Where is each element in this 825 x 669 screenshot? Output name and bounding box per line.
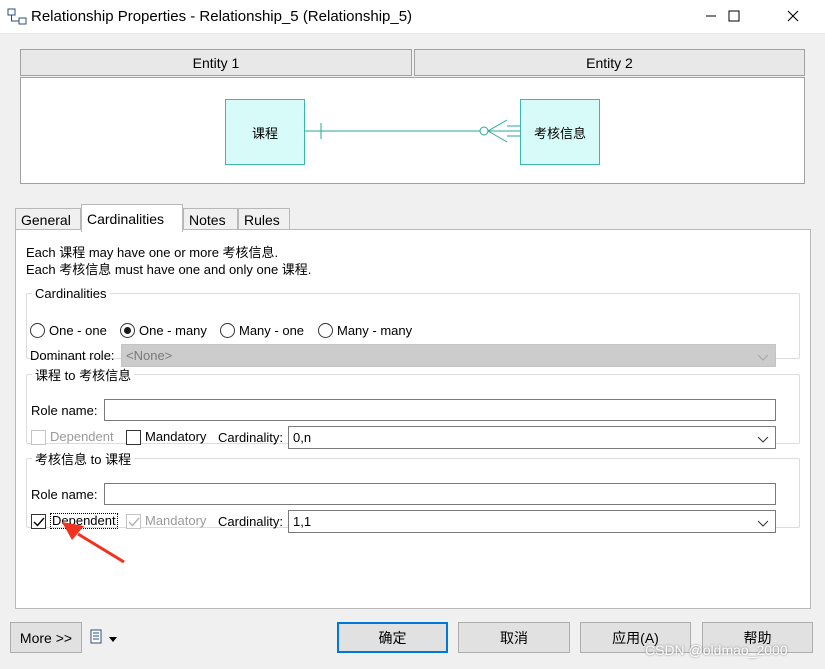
radio-one-one[interactable]: One - one: [30, 323, 107, 338]
maximize-icon: [728, 10, 740, 25]
dominant-role-label: Dominant role:: [30, 348, 115, 363]
cardinalities-legend: Cardinalities: [35, 286, 107, 301]
radio-many-one[interactable]: Many - one: [220, 323, 304, 338]
relationship-icon: [7, 8, 27, 29]
cancel-button-label: 取消: [500, 629, 528, 646]
radio-circle: [318, 323, 333, 338]
role1-role-name-input[interactable]: [104, 399, 776, 421]
cancel-button[interactable]: 取消: [458, 622, 570, 653]
role1-cardinality-select[interactable]: 0,n: [288, 426, 776, 449]
role2-dependent-checkbox[interactable]: [31, 514, 46, 529]
chevron-down-icon: [757, 350, 769, 365]
cardinalities-panel: Each 课程 may have one or more 考核信息. Each …: [15, 229, 811, 609]
tab-notes[interactable]: Notes: [183, 208, 238, 231]
role1-mandatory-checkbox[interactable]: [126, 430, 141, 445]
radio-circle: [30, 323, 45, 338]
annotation-arrow: [62, 522, 125, 564]
tab-rules[interactable]: Rules: [238, 208, 290, 231]
role1-legend: 课程 to 考核信息: [35, 368, 132, 383]
radio-many-many[interactable]: Many - many: [318, 323, 412, 338]
entity1-box[interactable]: 课程: [225, 99, 305, 165]
radio-one-one-label: One - one: [49, 323, 107, 338]
radio-one-many-label: One - many: [139, 323, 207, 338]
entity1-header-label: Entity 1: [192, 54, 240, 71]
tab-cardinalities-label: Cardinalities: [87, 210, 165, 227]
ok-button-label: 确定: [378, 629, 407, 646]
more-button[interactable]: More >>: [10, 622, 82, 653]
entity2-name: 考核信息: [533, 125, 586, 141]
title-bar: Relationship Properties - Relationship_5…: [0, 0, 825, 34]
radio-many-one-label: Many - one: [239, 323, 305, 338]
tab-cardinalities[interactable]: Cardinalities: [81, 204, 183, 232]
tab-rules-label: Rules: [244, 212, 280, 228]
radio-circle-selected: [120, 323, 135, 338]
role2-cardinality-label: Cardinality:: [218, 514, 284, 529]
dominant-role-select[interactable]: <None>: [121, 344, 776, 367]
role2-cardinality-value: 1,1: [293, 514, 312, 529]
ok-button[interactable]: 确定: [337, 622, 448, 653]
role1-group: 课程 to 考核信息 Role name: Dependent Mandator…: [26, 365, 800, 449]
tab-general-label: General: [21, 212, 71, 228]
radio-one-many[interactable]: One - many: [120, 323, 207, 338]
cardinalities-group: Cardinalities One - one One - many Many …: [26, 286, 800, 367]
more-button-label: More >>: [19, 629, 73, 646]
tab-general[interactable]: General: [15, 208, 81, 231]
window-title: Relationship Properties - Relationship_5…: [31, 8, 413, 25]
role1-dependent-label: Dependent: [50, 429, 114, 444]
checkmark-icon: [33, 517, 45, 527]
watermark: CSDN @oldmao_2000: [645, 642, 788, 658]
role2-cardinality-select[interactable]: 1,1: [288, 510, 776, 533]
role1-role-name-label: Role name:: [31, 403, 98, 418]
role1-dependent-checkbox[interactable]: [31, 430, 46, 445]
relationship-line: [305, 119, 521, 143]
dominant-role-value: <None>: [126, 348, 173, 363]
role1-mandatory-label: Mandatory: [145, 429, 207, 444]
role2-role-name-label: Role name:: [31, 487, 98, 502]
print-menu-button[interactable]: [89, 629, 117, 648]
entity2-box[interactable]: 考核信息: [520, 99, 600, 165]
entity2-header: Entity 2: [414, 49, 805, 76]
description-line-2: Each 考核信息 must have one and only one 课程.: [26, 262, 312, 277]
radio-circle: [220, 323, 235, 338]
tab-notes-label: Notes: [189, 212, 226, 228]
role2-legend: 考核信息 to 课程: [35, 452, 132, 467]
close-icon: [787, 10, 799, 25]
role2-group: 考核信息 to 课程 Role name: Dependent Mandator…: [26, 449, 800, 533]
close-button[interactable]: [770, 0, 816, 34]
entity2-header-label: Entity 2: [586, 54, 633, 71]
chevron-down-icon: [109, 631, 117, 646]
radio-many-many-label: Many - many: [337, 323, 413, 338]
role2-role-name-input[interactable]: [104, 483, 776, 505]
role1-cardinality-label: Cardinality:: [218, 430, 284, 445]
chevron-down-icon: [757, 516, 769, 531]
print-properties-icon: [89, 629, 105, 648]
role1-cardinality-value: 0,n: [293, 430, 312, 445]
chevron-down-icon: [757, 432, 769, 447]
relationship-diagram: 课程 考核信息: [20, 77, 805, 184]
entity1-name: 课程: [251, 125, 278, 141]
maximize-button[interactable]: [711, 0, 757, 34]
entity1-header: Entity 1: [20, 49, 412, 76]
role2-mandatory-label: Mandatory: [145, 513, 207, 528]
